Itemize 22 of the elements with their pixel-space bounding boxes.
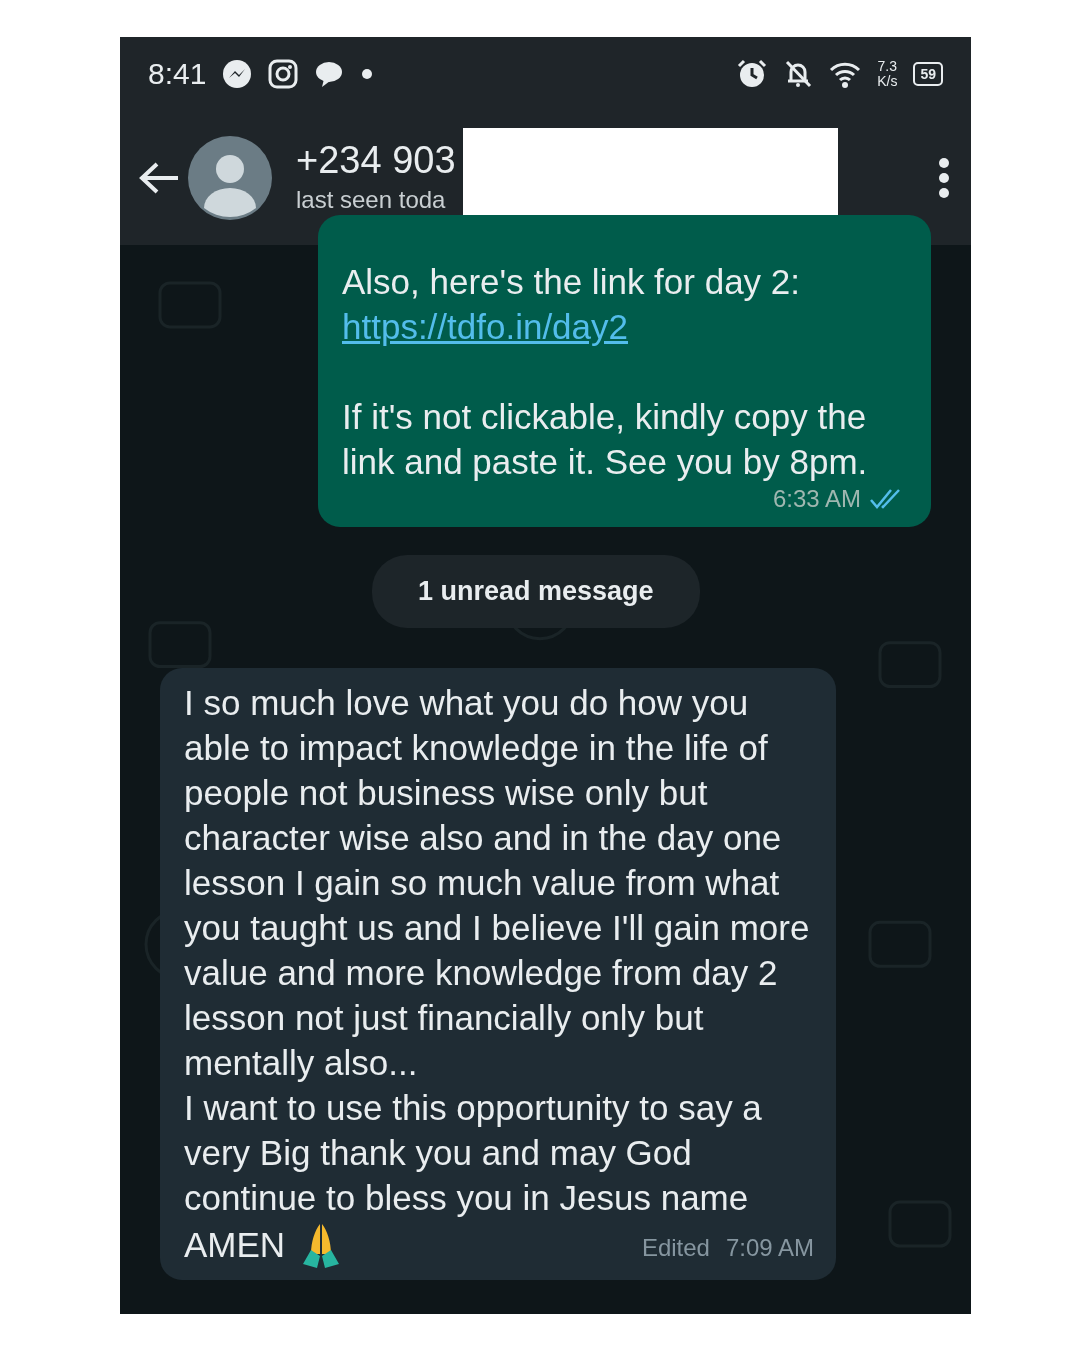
message-text: Also, here's the link for day 2: [342, 262, 801, 301]
menu-icon [937, 155, 951, 200]
alarm-icon [737, 58, 768, 89]
network-speed-unit: K/s [877, 73, 898, 89]
camera-icon [268, 58, 299, 89]
contact-name[interactable]: +234 903 [296, 137, 456, 182]
message-time: 6:33 AM [772, 484, 861, 514]
dot-icon [362, 68, 373, 79]
battery-indicator: 59 [913, 61, 943, 86]
last-seen-status: last seen toda [296, 184, 447, 215]
muted-bell-icon [783, 58, 814, 89]
message-link[interactable]: https://tdfo.in/day2 [342, 307, 628, 346]
message-text: I so much love what you do how you able to impact knowledge in the life of people not business wise only but character wise also and in the day one lesson I gain so much value from what you taught us and I believe I'll gain more value and more knowledge from day 2 lesson not just financially only but mentally also... I want to use this opportunity to say a very Big thank you and may God continue to bless you in Jesus name [184, 682, 810, 1217]
avatar-icon[interactable] [188, 135, 272, 220]
message-text: AMEN [184, 1224, 286, 1266]
network-speed-value: 7.3 [877, 58, 898, 74]
more-options-button[interactable] [937, 155, 951, 200]
status-time: 8:41 [148, 56, 207, 92]
message-text: If it's not clickable, kindly copy the link and paste it. See you by 8pm. [342, 397, 868, 481]
unread-divider: 1 unread message [372, 555, 700, 628]
edited-label: Edited [641, 1232, 710, 1263]
message-time: 7:09 AM [725, 1232, 814, 1263]
